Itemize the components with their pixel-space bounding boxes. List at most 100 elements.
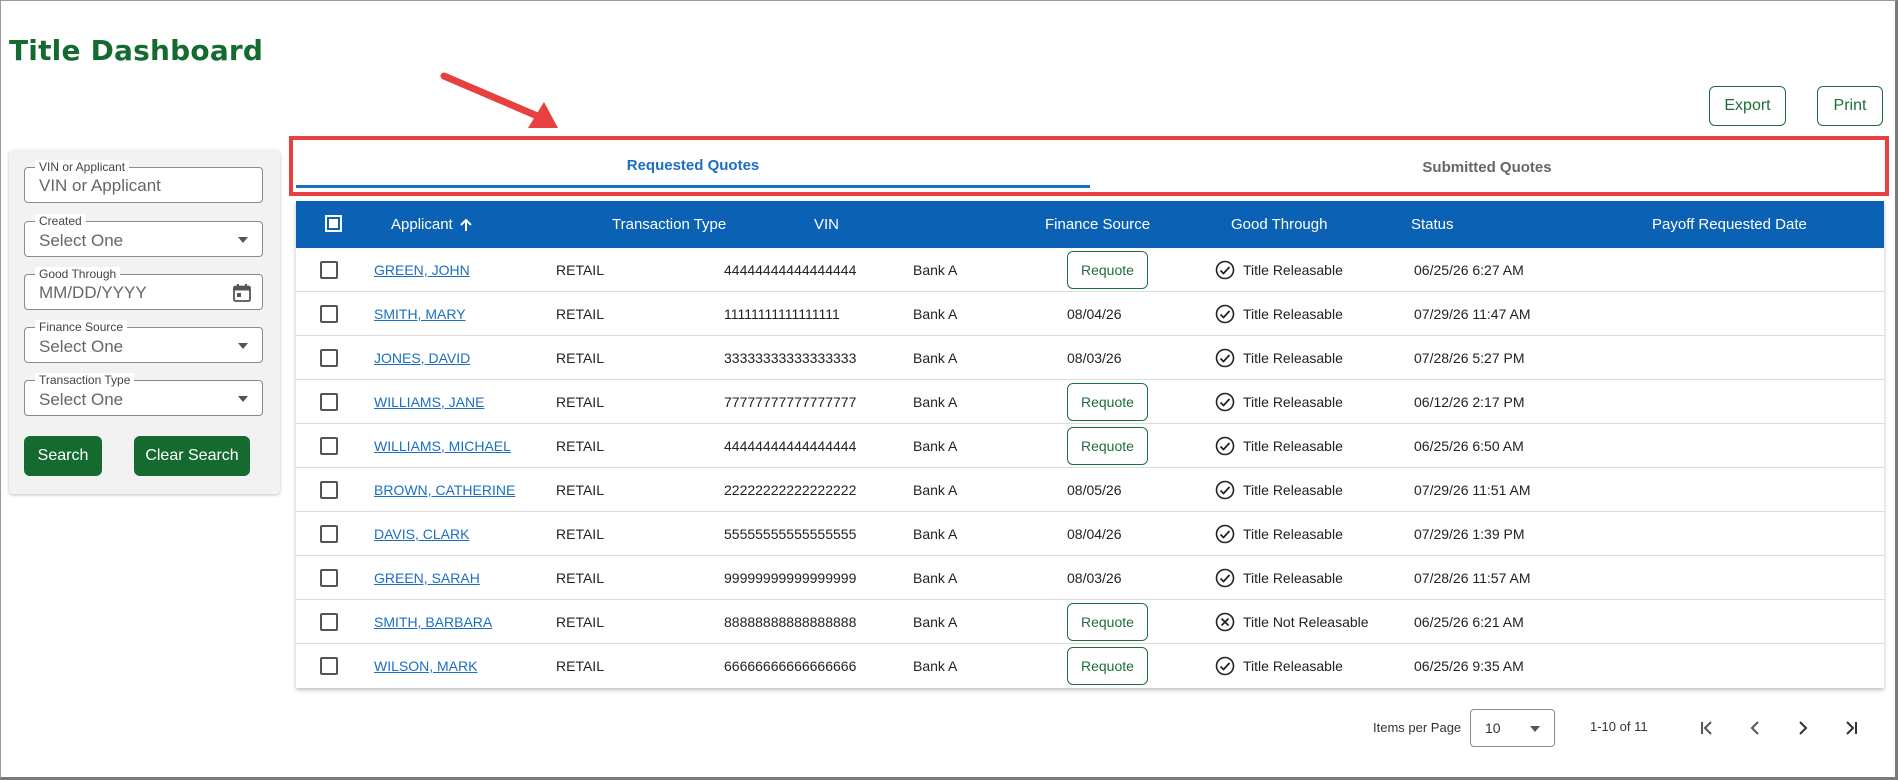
chevron-down-icon <box>1530 726 1540 732</box>
row-checkbox[interactable] <box>320 305 338 323</box>
finance-source: Bank A <box>913 570 958 586</box>
applicant-link[interactable]: JONES, DAVID <box>374 350 470 366</box>
row-checkbox[interactable] <box>320 437 338 455</box>
vin-cell: 66666666666666666 <box>724 644 856 688</box>
good-through-field[interactable]: Good Through <box>24 267 263 310</box>
status-cell: Title Releasable <box>1215 292 1343 336</box>
column-header-status[interactable]: Status <box>1411 201 1454 248</box>
status-cell: Title Releasable <box>1215 468 1343 512</box>
column-header-payoff-date[interactable]: Payoff Requested Date <box>1652 201 1807 248</box>
column-header-applicant-label: Applicant <box>391 216 453 233</box>
created-select[interactable]: Created Select One <box>24 214 263 257</box>
transaction-type-cell: RETAIL <box>556 468 604 512</box>
applicant-link[interactable]: GREEN, SARAH <box>374 570 480 586</box>
status-text: Title Releasable <box>1243 394 1343 410</box>
items-per-page-select[interactable]: 10 <box>1470 709 1555 747</box>
vin-applicant-input[interactable] <box>39 176 222 196</box>
select-all-checkbox[interactable] <box>325 215 342 232</box>
status-text: Title Releasable <box>1243 306 1343 322</box>
status-cell: Title Releasable <box>1215 248 1343 292</box>
vin-applicant-field[interactable]: VIN or Applicant <box>24 160 263 203</box>
requote-button[interactable]: Requote <box>1067 603 1148 641</box>
pagination-range: 1-10 of 11 <box>1590 719 1648 734</box>
row-checkbox[interactable] <box>320 613 338 631</box>
column-header-finance-source[interactable]: Finance Source <box>1045 201 1150 248</box>
applicant-link[interactable]: WILSON, MARK <box>374 658 477 674</box>
payoff-requested-date-cell: 06/25/26 9:35 AM <box>1414 644 1524 688</box>
good-through-date-cell: 08/05/26 <box>1067 468 1122 512</box>
requote-button[interactable]: Requote <box>1067 383 1148 421</box>
print-button[interactable]: Print <box>1817 86 1883 126</box>
requote-button[interactable]: Requote <box>1067 251 1148 289</box>
finance-source-cell: Bank A <box>913 468 957 512</box>
chevron-right-icon[interactable] <box>1791 716 1815 740</box>
applicant-link[interactable]: GREEN, JOHN <box>374 262 470 278</box>
first-page-icon[interactable] <box>1695 716 1719 740</box>
vin: 77777777777777777 <box>724 394 857 410</box>
status-text: Title Releasable <box>1243 526 1343 542</box>
transaction-type: RETAIL <box>556 658 604 674</box>
row-checkbox[interactable] <box>320 657 338 675</box>
applicant-link[interactable]: DAVIS, CLARK <box>374 526 469 542</box>
payoff-requested-date-cell: 07/29/26 11:51 AM <box>1414 468 1531 512</box>
applicant-link-cell: SMITH, BARBARA <box>374 600 492 644</box>
transaction-type: RETAIL <box>556 526 604 542</box>
status-cell: Title Releasable <box>1215 644 1343 688</box>
vin-cell: 44444444444444444 <box>724 424 856 468</box>
vin: 44444444444444444 <box>724 262 857 278</box>
status-cell: Title Releasable <box>1215 380 1343 424</box>
tab-requested-quotes[interactable]: Requested Quotes <box>296 146 1090 188</box>
chevron-left-icon[interactable] <box>1743 716 1767 740</box>
items-per-page-value: 10 <box>1485 720 1501 736</box>
applicant-link[interactable]: SMITH, MARY <box>374 306 466 322</box>
tab-submitted-quotes[interactable]: Submitted Quotes <box>1090 146 1884 188</box>
transaction-type: RETAIL <box>556 394 604 410</box>
column-header-transaction-type[interactable]: Transaction Type <box>612 201 726 248</box>
table-row: GREEN, SARAH RETAIL 99999999999999999 Bank … <box>296 556 1884 600</box>
calendar-icon[interactable] <box>232 283 252 303</box>
table-row: JONES, DAVID RETAIL 33333333333333333 Bank … <box>296 336 1884 380</box>
vin-cell: 55555555555555555 <box>724 512 856 556</box>
row-checkbox[interactable] <box>320 393 338 411</box>
finance-source: Bank A <box>913 526 958 542</box>
finance-source: Bank A <box>913 350 958 366</box>
row-checkbox[interactable] <box>320 481 338 499</box>
row-checkbox[interactable] <box>320 261 338 279</box>
requote-button[interactable]: Requote <box>1067 427 1148 465</box>
applicant-link[interactable]: WILLIAMS, JANE <box>374 394 484 410</box>
good-through-date: 08/04/26 <box>1067 306 1122 322</box>
status-cell: Title Releasable <box>1215 336 1343 380</box>
transaction-type-value: Select One <box>39 390 124 409</box>
applicant-link[interactable]: BROWN, CATHERINE <box>374 482 515 498</box>
clear-search-button[interactable]: Clear Search <box>134 436 250 476</box>
export-button[interactable]: Export <box>1709 86 1786 126</box>
finance-source-cell: Bank A <box>913 336 957 380</box>
x-circle-icon <box>1215 612 1235 632</box>
payoff-requested-date: 06/25/26 6:50 AM <box>1414 438 1524 454</box>
last-page-icon[interactable] <box>1839 716 1863 740</box>
transaction-type-select[interactable]: Transaction Type Select One <box>24 373 263 416</box>
column-header-good-through[interactable]: Good Through <box>1231 201 1327 248</box>
transaction-type-cell: RETAIL <box>556 512 604 556</box>
applicant-link[interactable]: SMITH, BARBARA <box>374 614 492 630</box>
finance-source: Bank A <box>913 394 958 410</box>
transaction-type-cell: RETAIL <box>556 292 604 336</box>
payoff-requested-date: 07/29/26 11:51 AM <box>1414 482 1531 498</box>
payoff-requested-date: 06/25/26 6:21 AM <box>1414 614 1524 630</box>
applicant-link[interactable]: WILLIAMS, MICHAEL <box>374 438 511 454</box>
row-checkbox[interactable] <box>320 525 338 543</box>
check-circle-icon <box>1215 260 1235 280</box>
good-through-input[interactable] <box>39 283 222 303</box>
finance-source-select[interactable]: Finance Source Select One <box>24 320 263 363</box>
column-header-vin[interactable]: VIN <box>814 201 839 248</box>
column-header-applicant[interactable]: Applicant <box>391 201 473 248</box>
requote-button[interactable]: Requote <box>1067 647 1148 685</box>
vin-cell: 99999999999999999 <box>724 556 856 600</box>
table-row: WILLIAMS, MICHAEL RETAIL 44444444444444444… <box>296 424 1884 468</box>
good-through-date: 08/03/26 <box>1067 350 1122 366</box>
row-checkbox[interactable] <box>320 349 338 367</box>
finance-source-value: Select One <box>39 337 124 356</box>
row-checkbox[interactable] <box>320 569 338 587</box>
search-button[interactable]: Search <box>24 436 102 476</box>
payoff-requested-date: 06/25/26 9:35 AM <box>1414 658 1524 674</box>
